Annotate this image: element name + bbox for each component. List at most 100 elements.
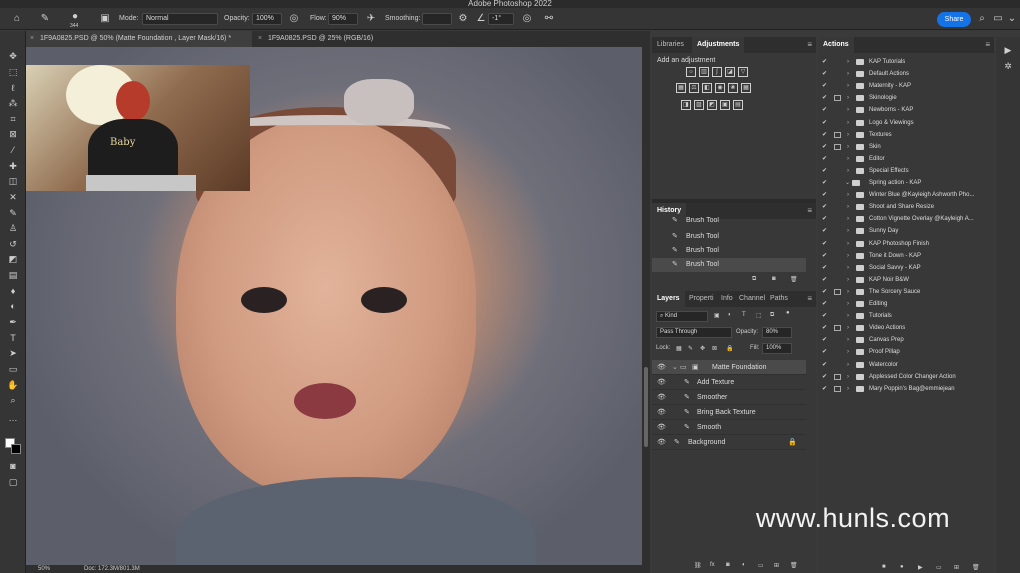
dialog-toggle-icon[interactable]	[834, 131, 841, 138]
snapshot-icon[interactable]: ◙	[772, 276, 776, 282]
filter-type-icon[interactable]: T	[742, 312, 746, 318]
path-select-tool-icon[interactable]: ➤	[5, 346, 21, 360]
filter-adjustment-icon[interactable]: ◐	[728, 312, 732, 318]
close-icon[interactable]: ×	[30, 31, 34, 47]
action-set-row[interactable]: ✔ › Proof Pillap	[818, 346, 994, 358]
action-set-row[interactable]: ✔ › Sunny Day	[818, 225, 994, 237]
share-button[interactable]: Share	[937, 12, 971, 27]
checkmark-icon[interactable]: ✔	[822, 359, 827, 371]
checkmark-icon[interactable]: ✔	[822, 238, 827, 250]
filter-shape-icon[interactable]: ⬚	[756, 312, 762, 319]
layer-fill-input[interactable]: 100%	[762, 343, 792, 354]
chevron-right-icon[interactable]: ›	[847, 310, 849, 322]
record-icon[interactable]: ●	[900, 564, 904, 570]
layer-filter-select[interactable]: ⌕ Kind	[656, 311, 708, 322]
hue-saturation-icon[interactable]: ▦	[676, 83, 686, 93]
play-icon[interactable]: ▶	[918, 564, 923, 571]
lasso-tool-icon[interactable]: ℓ	[5, 81, 21, 95]
history-item[interactable]: ✎ Brush Tool	[652, 230, 806, 244]
dialog-toggle-icon[interactable]	[834, 143, 841, 150]
eyedropper-tool-icon[interactable]: ⁄	[5, 143, 21, 157]
new-group-icon[interactable]: ▭	[758, 562, 764, 569]
filter-smart-object-icon[interactable]: ⧉	[770, 312, 774, 319]
checkmark-icon[interactable]: ✔	[822, 371, 827, 383]
action-set-row[interactable]: ✔ › Skin	[818, 141, 994, 153]
checkmark-icon[interactable]: ✔	[822, 189, 827, 201]
pen-tool-icon[interactable]: ✒	[5, 315, 21, 329]
checkmark-icon[interactable]: ✔	[822, 165, 827, 177]
gradient-tool-icon[interactable]: ▤	[5, 268, 21, 282]
quick-mask-icon[interactable]: ◙	[5, 459, 21, 473]
chevron-right-icon[interactable]: ›	[847, 104, 849, 116]
blend-mode-select[interactable]: Pass Through	[656, 327, 732, 338]
new-document-from-state-icon[interactable]: ⧉	[752, 276, 756, 283]
black-white-icon[interactable]: ◧	[702, 83, 712, 93]
action-set-row[interactable]: ✔ › Tutorials	[818, 310, 994, 322]
tab-document-1[interactable]: × 1F9A0825.PSD @ 50% (Matte Foundation ,…	[26, 31, 252, 47]
new-layer-icon[interactable]: ⊞	[774, 562, 779, 569]
dialog-toggle-icon[interactable]	[834, 95, 841, 102]
checkmark-icon[interactable]: ✔	[822, 201, 827, 213]
action-set-row[interactable]: ✔ › Cotton Vignette Overlay @Kayleigh A...	[818, 213, 994, 225]
curves-icon[interactable]: ∫	[712, 67, 722, 77]
pressure-opacity-icon[interactable]: ◎	[287, 12, 301, 26]
visibility-eye-icon[interactable]: 👁	[657, 420, 666, 435]
action-set-row[interactable]: ✔ › Tone it Down - KAP	[818, 250, 994, 262]
tab-actions[interactable]: Actions	[818, 37, 854, 53]
lock-pixels-icon[interactable]: ✎	[688, 345, 693, 352]
tab-layers[interactable]: Layers	[652, 291, 685, 307]
levels-icon[interactable]: ▥	[699, 67, 709, 77]
chevron-down-icon[interactable]: ⌄	[672, 360, 678, 375]
panel-menu-icon[interactable]: ≡	[807, 206, 812, 215]
layer-row[interactable]: 👁 ✎ Smooth	[652, 420, 806, 435]
chevron-right-icon[interactable]: ›	[847, 80, 849, 92]
frame-tool-icon[interactable]: ⊠	[5, 127, 21, 141]
action-set-row[interactable]: ✔ › Editor	[818, 153, 994, 165]
content-aware-move-icon[interactable]: ✕	[5, 190, 21, 204]
tab-paths[interactable]: Paths	[765, 291, 793, 307]
color-balance-icon[interactable]: ⚖	[689, 83, 699, 93]
checkmark-icon[interactable]: ✔	[822, 153, 827, 165]
tab-properties[interactable]: Properti	[684, 291, 719, 307]
invert-icon[interactable]: ◨	[681, 100, 691, 110]
airbrush-icon[interactable]: ✈	[364, 12, 378, 26]
canvas-vertical-scrollbar[interactable]	[642, 47, 650, 565]
add-mask-icon[interactable]: ◙	[726, 562, 730, 568]
visibility-eye-icon[interactable]: 👁	[657, 405, 666, 420]
dialog-toggle-icon[interactable]	[834, 373, 841, 380]
action-set-row[interactable]: ✔ › Maternity - KAP	[818, 80, 994, 92]
brightness-icon[interactable]: ☼	[686, 67, 696, 77]
checkmark-icon[interactable]: ✔	[822, 225, 827, 237]
patch-tool-icon[interactable]: ◫	[5, 174, 21, 188]
action-set-row[interactable]: ✔ › Editing	[818, 298, 994, 310]
checkmark-icon[interactable]: ✔	[822, 117, 827, 129]
doc-size[interactable]: Doc: 172.3M/801.3M	[84, 565, 140, 573]
threshold-icon[interactable]: ◩	[707, 100, 717, 110]
checkmark-icon[interactable]: ✔	[822, 310, 827, 322]
stop-icon[interactable]: ■	[882, 564, 886, 570]
chevron-right-icon[interactable]: ›	[847, 117, 849, 129]
chevron-right-icon[interactable]: ›	[847, 165, 849, 177]
checkmark-icon[interactable]: ✔	[822, 56, 827, 68]
hand-tool-icon[interactable]: ✋	[5, 378, 21, 392]
chevron-right-icon[interactable]: ›	[847, 92, 849, 104]
lock-position-icon[interactable]: ✥	[700, 345, 705, 352]
zoom-tool-icon[interactable]: ⌕	[5, 393, 21, 407]
action-set-row[interactable]: ✔ › Social Savvy - KAP	[818, 262, 994, 274]
action-set-row[interactable]: ✔ › Special Effects	[818, 165, 994, 177]
checkmark-icon[interactable]: ✔	[822, 250, 827, 262]
chevron-down-icon[interactable]: ⌄	[845, 177, 850, 189]
chevron-right-icon[interactable]: ›	[847, 250, 849, 262]
shape-tool-icon[interactable]: ▭	[5, 362, 21, 376]
layer-row[interactable]: 👁 ✎ Add Texture	[652, 375, 806, 390]
checkmark-icon[interactable]: ✔	[822, 141, 827, 153]
tab-adjustments[interactable]: Adjustments	[692, 37, 745, 53]
chevron-right-icon[interactable]: ›	[847, 286, 849, 298]
pressure-size-icon[interactable]: ◎	[520, 12, 534, 26]
trash-icon[interactable]: 🗑	[972, 564, 980, 571]
marquee-tool-icon[interactable]: ⬚	[5, 65, 21, 79]
selective-color-icon[interactable]: ▣	[720, 100, 730, 110]
visibility-eye-icon[interactable]: 👁	[657, 435, 666, 450]
layer-row-group[interactable]: 👁 ⌄ ▭ ▣ Matte Foundation	[652, 360, 806, 375]
lock-transparency-icon[interactable]: ▦	[676, 345, 682, 352]
